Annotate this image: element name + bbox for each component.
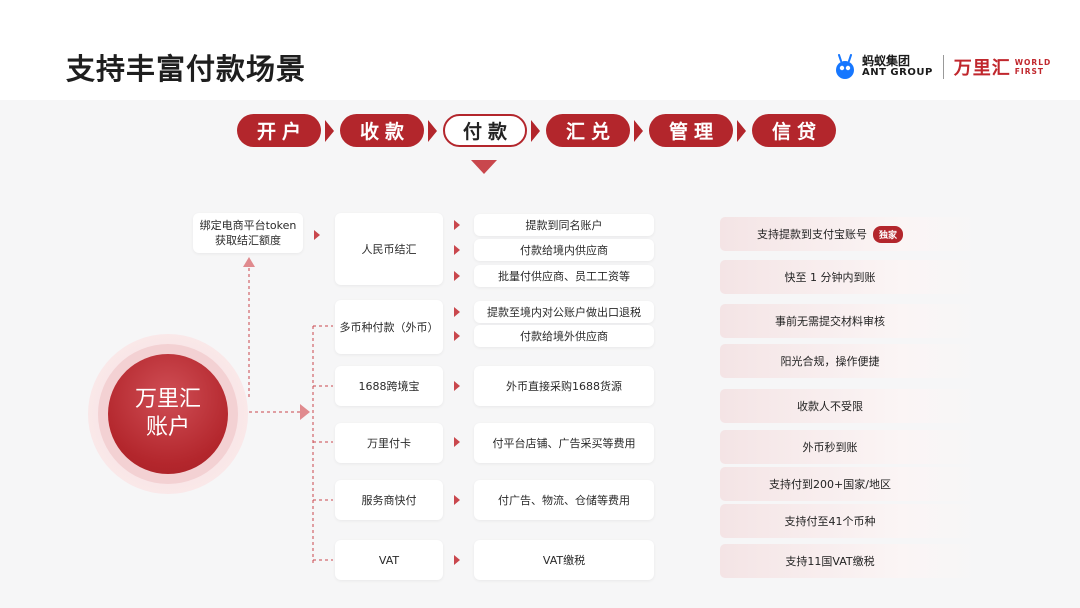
scenario-item: 批量付供应商、员工工资等 [474, 265, 654, 287]
scenario-item: 提款到同名账户 [474, 214, 654, 236]
scenario-item: 付平台店铺、广告采买等费用 [474, 423, 654, 463]
feature-item: 支持11国VAT缴税 [720, 544, 980, 578]
token-card-line2: 获取结汇额度 [215, 234, 281, 247]
feature-item: 收款人不受限 [720, 389, 980, 423]
token-card-line1: 绑定电商平台token [199, 219, 297, 232]
feature-text: 支持提款到支付宝账号 [756, 228, 867, 241]
feature-item: 支持付到200+国家/地区 [720, 467, 980, 501]
arrow-right-icon [454, 437, 460, 447]
arrow-right-icon [454, 555, 460, 565]
feature-alipay-withdraw: 支持提款到支付宝账号 独家 [720, 217, 980, 251]
scenario-item: VAT缴税 [474, 540, 654, 580]
account-label-line1: 万里汇 [134, 387, 201, 412]
token-binding-card: 绑定电商平台token 获取结汇额度 [193, 213, 303, 253]
scenario-item: 付广告、物流、仓储等费用 [474, 480, 654, 520]
arrow-right-icon [454, 271, 460, 281]
category-vat[interactable]: VAT [335, 540, 443, 580]
category-service-provider-pay[interactable]: 服务商快付 [335, 480, 443, 520]
account-label-line2: 账户 [145, 415, 190, 440]
category-multi-currency-payment[interactable]: 多币种付款（外币） [335, 300, 443, 354]
feature-item: 事前无需提交材料审核 [720, 304, 980, 338]
arrow-right-icon [314, 230, 320, 240]
arrow-right-icon [454, 495, 460, 505]
arrow-right-icon [454, 245, 460, 255]
category-1688-cross-border[interactable]: 1688跨境宝 [335, 366, 443, 406]
arrow-right-icon [454, 307, 460, 317]
scenario-item: 付款给境外供应商 [474, 325, 654, 347]
arrow-right-icon [454, 381, 460, 391]
category-worldfirst-card[interactable]: 万里付卡 [335, 423, 443, 463]
feature-item: 阳光合规，操作便捷 [720, 344, 980, 378]
scenario-item: 付款给境内供应商 [474, 239, 654, 261]
scenario-item: 提款至境内对公账户做出口退税 [474, 301, 654, 323]
worldfirst-account-node[interactable]: 万里汇 账户 [108, 354, 228, 474]
feature-item: 支持付至41个币种 [720, 504, 980, 538]
scenario-item: 外币直接采购1688货源 [474, 366, 654, 406]
category-cny-settlement[interactable]: 人民币结汇 [335, 213, 443, 285]
arrow-right-icon [454, 331, 460, 341]
exclusive-badge: 独家 [872, 225, 903, 243]
feature-item: 外币秒到账 [720, 430, 980, 464]
arrow-right-icon [454, 220, 460, 230]
feature-item: 快至 1 分钟内到账 [720, 260, 980, 294]
